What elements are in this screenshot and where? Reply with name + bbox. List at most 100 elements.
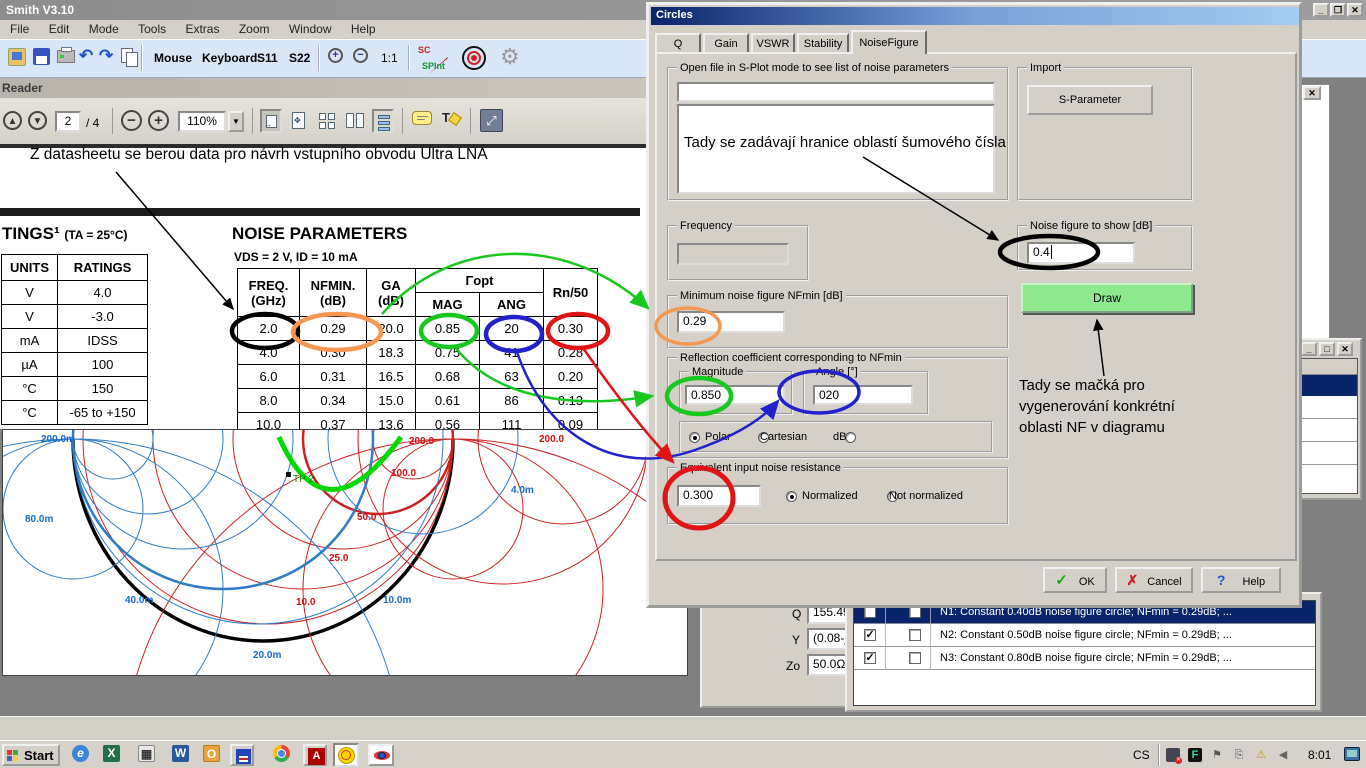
draw-button[interactable]: Draw bbox=[1021, 283, 1193, 313]
db-radio-label[interactable]: dB bbox=[833, 431, 846, 443]
language-indicator[interactable]: CS bbox=[1133, 748, 1150, 762]
chrome-icon[interactable] bbox=[273, 745, 290, 762]
circles-tool-icon[interactable] bbox=[462, 46, 486, 70]
volume-tray-icon[interactable]: ◀ bbox=[1276, 748, 1290, 762]
sc-spint-icon[interactable]: SC SPInt bbox=[416, 45, 446, 73]
flag-tray-icon[interactable]: ⚑ bbox=[1210, 748, 1224, 762]
normalized-radio-label[interactable]: Normalized bbox=[802, 490, 858, 502]
keyboard-button[interactable]: Keyboard bbox=[202, 51, 257, 65]
clock[interactable]: 8:01 bbox=[1308, 748, 1331, 762]
close-icon[interactable]: ✕ bbox=[1347, 3, 1363, 17]
close-icon[interactable]: ✕ bbox=[1303, 86, 1321, 100]
page-up-icon[interactable]: ▲ bbox=[3, 111, 22, 130]
copy-icon[interactable] bbox=[121, 48, 133, 63]
save-tool-icon[interactable] bbox=[230, 744, 254, 766]
minimize-icon[interactable]: _ bbox=[1313, 3, 1329, 17]
save-icon[interactable] bbox=[33, 48, 50, 65]
visible-checkbox[interactable]: ✓ bbox=[864, 652, 876, 664]
fit-page-icon[interactable]: ✥ bbox=[288, 109, 310, 133]
list-item[interactable]: ✓ N2: Constant 0.50dB noise figure circl… bbox=[854, 624, 1315, 647]
maximize-icon[interactable]: □ bbox=[1319, 342, 1335, 356]
security-tray-icon[interactable]: F bbox=[1188, 748, 1202, 762]
help-button[interactable]: ? Help bbox=[1201, 567, 1281, 593]
excel-icon[interactable]: X bbox=[103, 745, 120, 762]
menu-help[interactable]: Help bbox=[343, 20, 384, 38]
zoom-in-page-icon[interactable]: + bbox=[148, 110, 169, 131]
secondary-checkbox[interactable] bbox=[909, 629, 921, 641]
smith-app-icon[interactable] bbox=[333, 743, 359, 767]
menu-file[interactable]: File bbox=[2, 20, 37, 38]
scroll-mode-icon[interactable]: ↔ bbox=[260, 109, 282, 133]
hidden-list[interactable] bbox=[1301, 358, 1358, 494]
polar-radio-label[interactable]: Polar bbox=[705, 431, 731, 443]
tab-vswr[interactable]: VSWR bbox=[751, 33, 795, 53]
menu-extras[interactable]: Extras bbox=[177, 20, 227, 38]
tab-q[interactable]: Q bbox=[655, 33, 701, 53]
normalized-radio[interactable] bbox=[786, 491, 797, 502]
zoom-level-input[interactable]: 110% bbox=[178, 111, 226, 132]
menu-edit[interactable]: Edit bbox=[41, 20, 78, 38]
restore-icon[interactable]: ❐ bbox=[1330, 3, 1346, 17]
toolbar-separator bbox=[470, 108, 471, 134]
dialog-titlebar[interactable]: Circles bbox=[651, 7, 1299, 25]
two-page-icon[interactable] bbox=[344, 109, 366, 133]
clipboard-tray-icon[interactable]: ⎘ bbox=[1232, 748, 1246, 762]
menu-zoom[interactable]: Zoom bbox=[231, 20, 278, 38]
outlook-icon[interactable]: O bbox=[203, 745, 220, 762]
polar-radio[interactable] bbox=[689, 432, 700, 443]
noise-file-input[interactable] bbox=[677, 82, 995, 102]
angle-input[interactable]: 020 bbox=[813, 385, 913, 405]
continuous-view-icon[interactable] bbox=[372, 109, 394, 133]
warning-tray-icon[interactable]: ⚠ bbox=[1254, 748, 1268, 762]
not-normalized-radio-label[interactable]: Not normalized bbox=[889, 490, 963, 502]
zoom-in-icon[interactable]: + bbox=[328, 48, 343, 63]
print-icon[interactable] bbox=[57, 50, 75, 63]
undo-icon[interactable]: ↶ bbox=[79, 46, 93, 66]
ok-button[interactable]: ✓ OK bbox=[1043, 567, 1107, 593]
highlight-text-icon[interactable]: T bbox=[440, 108, 462, 132]
s22-button[interactable]: S22 bbox=[289, 51, 310, 65]
smith-chart-panel[interactable]: 200.0m 80.0m 40.0m 20.0m 10.0m 4.0m 200.… bbox=[2, 429, 688, 676]
tab-stability[interactable]: Stability bbox=[797, 33, 849, 53]
tab-noisefigure[interactable]: NoiseFigure bbox=[851, 30, 927, 54]
open-file-icon[interactable] bbox=[8, 48, 26, 66]
redo-icon[interactable]: ↷ bbox=[99, 46, 113, 66]
menu-window[interactable]: Window bbox=[281, 20, 340, 38]
start-button[interactable]: Start bbox=[2, 744, 60, 766]
irfanview-icon[interactable] bbox=[368, 744, 394, 766]
cartesian-radio-label[interactable]: Cartesian bbox=[760, 431, 807, 443]
mouse-button[interactable]: Mouse bbox=[154, 51, 192, 65]
word-icon[interactable]: W bbox=[172, 745, 189, 762]
minimize-icon[interactable]: _ bbox=[1301, 342, 1317, 356]
db-radio[interactable] bbox=[845, 432, 856, 443]
s11-button[interactable]: S11 bbox=[257, 51, 278, 65]
comment-icon[interactable] bbox=[412, 111, 432, 125]
zoom-dropdown-arrow-icon[interactable]: ▼ bbox=[228, 111, 244, 132]
acrobat-icon[interactable]: A bbox=[303, 744, 327, 766]
zoom-out-icon[interactable]: − bbox=[353, 48, 368, 63]
visible-checkbox[interactable]: ✓ bbox=[864, 629, 876, 641]
s-parameter-button[interactable]: S-Parameter bbox=[1027, 85, 1153, 115]
tab-gain[interactable]: Gain bbox=[703, 33, 749, 53]
nfmin-input[interactable]: 0.29 bbox=[677, 311, 785, 333]
close-icon[interactable]: ✕ bbox=[1337, 342, 1353, 356]
antivirus-tray-icon[interactable]: ✕ bbox=[1166, 748, 1180, 762]
nf-show-input[interactable]: 0.4 bbox=[1027, 242, 1135, 264]
fullscreen-icon[interactable]: ⤢ bbox=[480, 109, 503, 132]
noise-resistance-input[interactable]: 0.300 bbox=[677, 485, 761, 507]
page-down-icon[interactable]: ▼ bbox=[28, 111, 47, 130]
cancel-button[interactable]: ✗ Cancel bbox=[1115, 567, 1193, 593]
settings-gear-icon[interactable]: ⚙ bbox=[500, 44, 520, 70]
menu-mode[interactable]: Mode bbox=[81, 20, 127, 38]
page-number-input[interactable]: 2 bbox=[55, 111, 81, 132]
zoom-out-page-icon[interactable]: − bbox=[121, 110, 142, 131]
secondary-checkbox[interactable] bbox=[909, 652, 921, 664]
zoom-1-1-button[interactable]: 1:1 bbox=[381, 51, 398, 65]
ie-icon[interactable]: e bbox=[72, 745, 89, 762]
menu-tools[interactable]: Tools bbox=[130, 20, 174, 38]
multi-page-icon[interactable] bbox=[316, 109, 338, 133]
show-desktop-icon[interactable] bbox=[1344, 747, 1360, 761]
calculator-icon[interactable]: ▦ bbox=[138, 745, 155, 762]
list-item[interactable]: ✓ N3: Constant 0.80dB noise figure circl… bbox=[854, 647, 1315, 670]
magnitude-input[interactable]: 0.850 bbox=[685, 385, 785, 405]
